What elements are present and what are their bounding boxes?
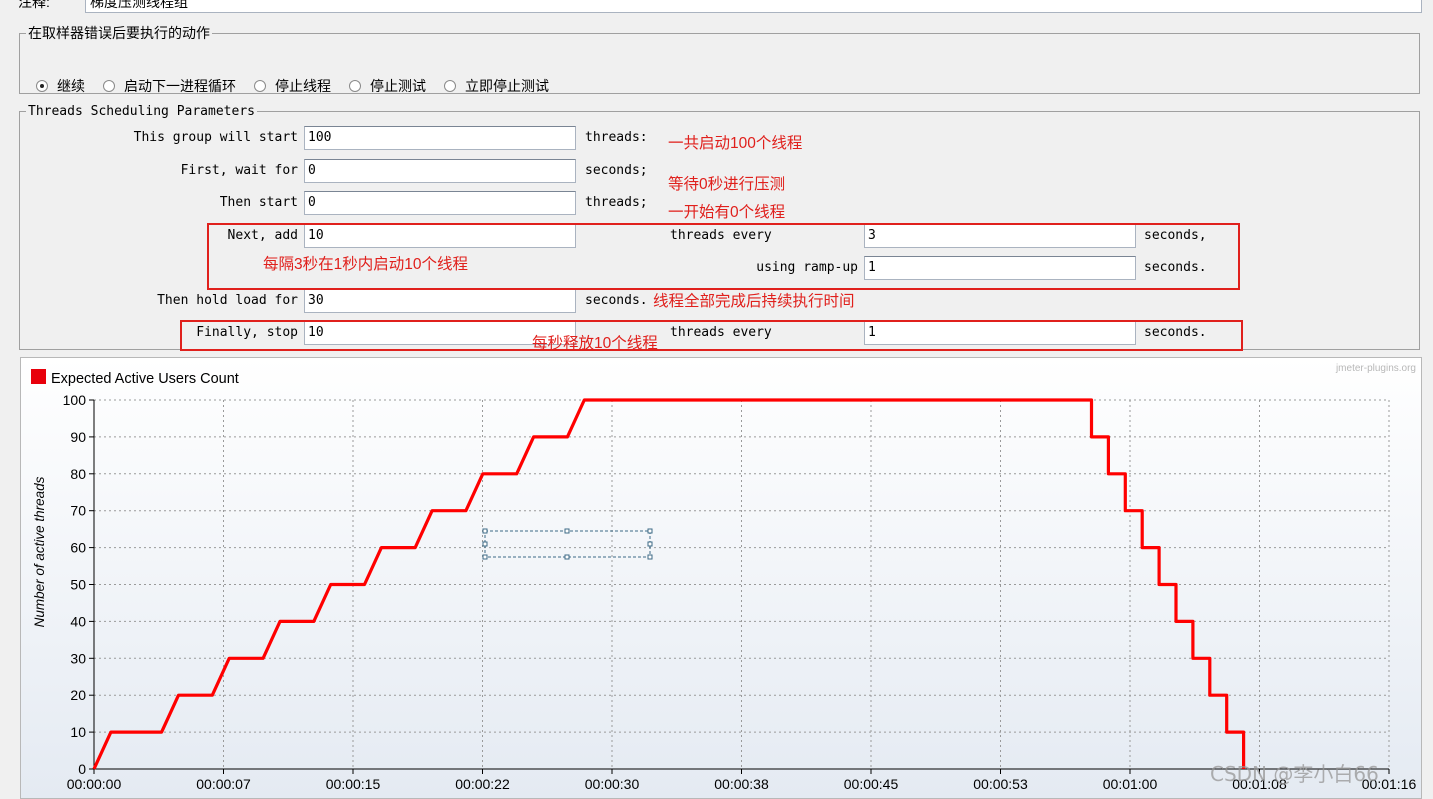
start-threads-label: This group will start (133, 130, 298, 145)
chart-background (21, 358, 1421, 798)
hold-label: Then hold load for (157, 293, 298, 308)
start-threads-unit: threads: (585, 130, 648, 145)
y-tick-label: 60 (70, 540, 86, 556)
annotation-initial: 一开始有0个线程 (668, 204, 786, 221)
comment-row: 注释: 梯度压测线程组 (0, 0, 1433, 14)
radio-stop-test-now[interactable]: 立即停止测试 (444, 76, 549, 96)
error-action-options: 继续 启动下一进程循环 停止线程 停止测试 立即停止测试 (36, 76, 567, 96)
radio-continue[interactable]: 继续 (36, 76, 85, 96)
y-tick-label: 80 (70, 466, 86, 482)
radio-stop-thread[interactable]: 停止线程 (254, 76, 331, 96)
annotation-step: 每隔3秒在1秒内启动10个线程 (263, 256, 468, 273)
x-tick-label: 00:00:00 (67, 776, 122, 792)
radio-stop-test[interactable]: 停止测试 (349, 76, 426, 96)
comment-label: 注释: (18, 0, 50, 10)
radio-stop-test-dot[interactable] (349, 80, 361, 92)
annotation-stop: 每秒释放10个线程 (532, 335, 658, 352)
y-tick-label: 100 (63, 392, 87, 408)
radio-stop-thread-label: 停止线程 (275, 79, 331, 95)
radio-stop-test-label: 停止测试 (370, 79, 426, 95)
then-start-input[interactable]: 0 (304, 191, 576, 215)
x-tick-label: 00:00:38 (714, 776, 769, 792)
y-tick-label: 0 (78, 761, 86, 777)
hold-unit: seconds. (585, 293, 648, 308)
y-tick-label: 70 (70, 503, 86, 519)
legend-label: Expected Active Users Count (51, 371, 239, 387)
radio-continue-dot[interactable] (36, 80, 48, 92)
x-tick-label: 00:01:00 (1103, 776, 1158, 792)
selection-handle (482, 554, 488, 560)
radio-stop-test-now-dot[interactable] (444, 80, 456, 92)
radio-stop-thread-dot[interactable] (254, 80, 266, 92)
selection-handle (647, 541, 653, 547)
radio-continue-label: 继续 (57, 79, 85, 95)
selection-handle (482, 541, 488, 547)
comment-input[interactable]: 梯度压测线程组 (85, 0, 1422, 13)
selection-handle (647, 528, 653, 534)
legend-swatch (31, 369, 46, 384)
error-action-group: 在取样器错误后要执行的动作 继续 启动下一进程循环 停止线程 停止测试 立即停止… (19, 23, 1420, 96)
brand-label: jmeter-plugins.org (1335, 363, 1416, 374)
annotation-total: 一共启动100个线程 (668, 135, 803, 152)
then-start-label: Then start (219, 195, 298, 210)
chart-svg: Expected Active Users Count jmeter-plugi… (21, 358, 1421, 798)
radio-start-next-loop[interactable]: 启动下一进程循环 (103, 76, 236, 96)
y-tick-label: 10 (70, 724, 86, 740)
hold-input[interactable]: 30 (304, 289, 576, 313)
stop-highlight-box (180, 320, 1243, 351)
wait-input[interactable]: 0 (304, 159, 576, 183)
y-axis-label: Number of active threads (32, 476, 47, 627)
radio-start-next-loop-dot[interactable] (103, 80, 115, 92)
x-tick-label: 00:00:30 (585, 776, 640, 792)
radio-start-next-loop-label: 启动下一进程循环 (124, 79, 236, 95)
start-threads-input[interactable]: 100 (304, 126, 576, 150)
annotation-wait: 等待0秒进行压测 (668, 176, 786, 193)
selection-handle (564, 554, 570, 560)
y-tick-label: 50 (70, 577, 86, 593)
x-tick-label: 00:00:22 (455, 776, 510, 792)
radio-stop-test-now-label: 立即停止测试 (465, 79, 549, 95)
x-tick-label: 00:00:45 (844, 776, 899, 792)
wait-unit: seconds; (585, 163, 648, 178)
y-tick-label: 20 (70, 687, 86, 703)
threads-chart: Expected Active Users Count jmeter-plugi… (20, 357, 1422, 799)
y-tick-label: 30 (70, 650, 86, 666)
x-tick-label: 00:00:07 (196, 776, 251, 792)
error-action-title: 在取样器错误后要执行的动作 (28, 25, 210, 41)
x-tick-label: 00:00:53 (973, 776, 1028, 792)
y-tick-label: 40 (70, 613, 86, 629)
selection-handle (564, 528, 570, 534)
scheduling-title: Threads Scheduling Parameters (28, 104, 255, 119)
then-start-unit: threads; (585, 195, 648, 210)
selection-handle (647, 554, 653, 560)
wait-label: First, wait for (180, 163, 298, 178)
watermark: CSDN @李小白66 (1210, 762, 1379, 786)
selection-handle (482, 528, 488, 534)
x-tick-label: 00:00:15 (326, 776, 381, 792)
y-tick-label: 90 (70, 429, 86, 445)
annotation-hold: 线程全部完成后持续执行时间 (653, 293, 855, 310)
